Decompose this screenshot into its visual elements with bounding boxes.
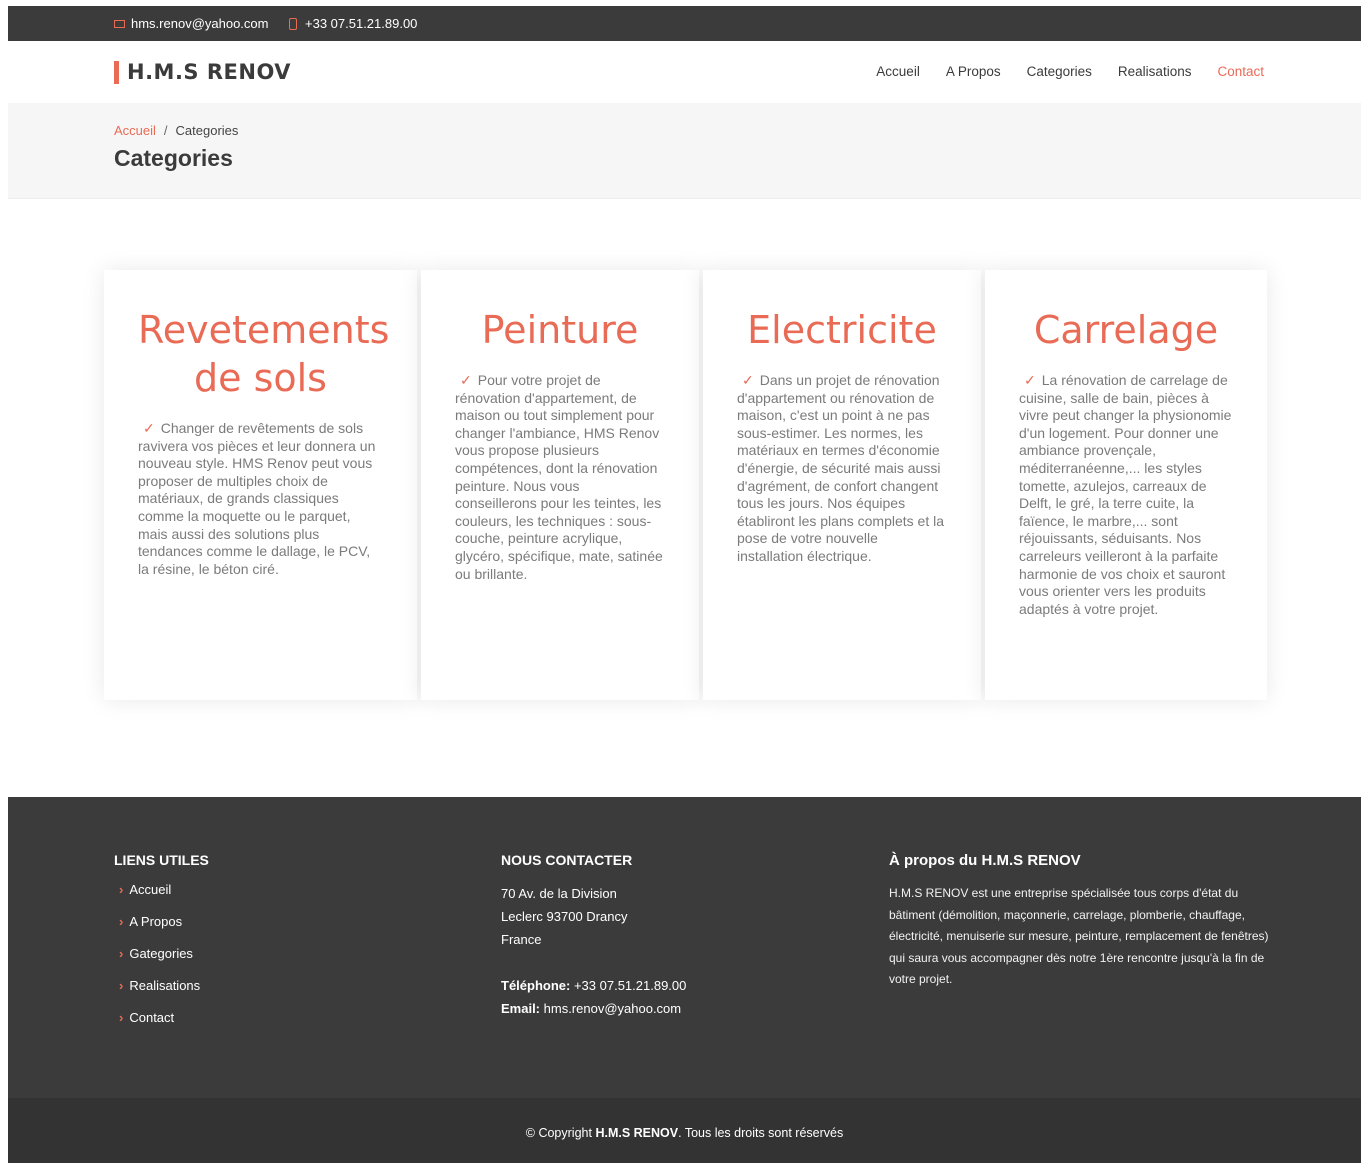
mobile-icon xyxy=(289,17,297,30)
breadcrumb-band: Accueil / Categories Categories xyxy=(8,103,1361,199)
card-revetements: Revetements de sols ✓ Changer de revêteme… xyxy=(104,270,417,700)
copyright-suffix: . Tous les droits sont réservés xyxy=(678,1126,844,1140)
card-carrelage: Carrelage ✓ La rénovation de carrelage de… xyxy=(985,270,1267,700)
footer-country: France xyxy=(501,932,542,947)
topbar-phone-text[interactable]: +33 07.51.21.89.00 xyxy=(305,16,417,31)
footer-link-label[interactable]: Gategories xyxy=(129,946,193,961)
card-title: Carrelage xyxy=(1033,308,1219,352)
envelope-icon xyxy=(114,19,125,28)
nav-categories[interactable]: Categories xyxy=(1027,64,1092,79)
check-icon: ✓ xyxy=(460,372,472,388)
footer-contact-title: NOUS CONTACTER xyxy=(501,852,633,868)
check-icon: ✓ xyxy=(742,372,754,388)
footer-email-value[interactable]: hms.renov@yahoo.com xyxy=(544,1001,681,1016)
card-title: Peinture xyxy=(481,308,639,352)
card-text: ✓ La rénovation de carrelage de cuisine, … xyxy=(1019,372,1233,618)
footer-links: › Accueil › A Propos › Gategories › Realisat… xyxy=(114,882,209,1025)
copyright-brand: H.M.S RENOV xyxy=(595,1126,679,1140)
page-title: Categories xyxy=(114,145,233,171)
topbar-email[interactable]: hms.renov@yahoo.com xyxy=(114,16,268,31)
footer-email: Email: hms.renov@yahoo.com xyxy=(501,997,681,1020)
footer-link-contact[interactable]: › Contact xyxy=(114,1010,209,1025)
category-cards: Revetements de sols ✓ Changer de revêteme… xyxy=(104,270,1267,700)
copyright-prefix: © Copyright xyxy=(525,1126,592,1140)
card-text-body: Dans un projet de rénovation d'apparteme… xyxy=(737,372,944,564)
topbar-phone[interactable]: +33 07.51.21.89.00 xyxy=(289,16,417,31)
chevron-right-icon: › xyxy=(119,946,124,961)
nav-accueil[interactable]: Accueil xyxy=(876,64,920,79)
footer-contact-column: NOUS CONTACTER 70 Av. de la Division Lec… xyxy=(501,852,686,1020)
footer-link-label[interactable]: Realisations xyxy=(129,978,200,993)
footer-link-label[interactable]: A Propos xyxy=(129,914,182,929)
check-icon: ✓ xyxy=(143,420,155,436)
footer-phone-label: Téléphone: xyxy=(501,978,571,993)
chevron-right-icon: › xyxy=(119,978,124,993)
footer-about-column: À propos du H.M.S RENOV H.M.S RENOV est … xyxy=(889,852,1269,991)
nav-realisations[interactable]: Realisations xyxy=(1118,64,1192,79)
card-title: Electricite xyxy=(747,308,937,352)
footer-link-label[interactable]: Contact xyxy=(129,1010,174,1025)
footer-link-label[interactable]: Accueil xyxy=(129,882,171,897)
footer-link-categories[interactable]: › Gategories xyxy=(114,946,209,961)
footer-links-column: LIENS UTILES › Accueil › A Propos › Gategor… xyxy=(114,852,209,1042)
topbar-email-text[interactable]: hms.renov@yahoo.com xyxy=(131,16,268,31)
card-text-body: Changer de revêtements de sols ravivera … xyxy=(138,420,376,577)
card-text: ✓ Changer de revêtements de sols ravivera… xyxy=(138,420,383,578)
footer-contact-info: 70 Av. de la Division Leclerc 93700 Dran… xyxy=(501,882,686,1020)
card-text: ✓ Dans un projet de rénovation d'appartem… xyxy=(737,372,947,566)
logo[interactable]: H.M.S RENOV xyxy=(114,60,291,84)
breadcrumb-home[interactable]: Accueil xyxy=(114,123,156,138)
site-header: H.M.S RENOV Accueil A Propos Categories … xyxy=(8,41,1361,103)
nav-a-propos[interactable]: A Propos xyxy=(946,64,1001,79)
logo-bar xyxy=(114,60,119,84)
breadcrumb: Accueil / Categories xyxy=(114,123,238,138)
chevron-right-icon: › xyxy=(119,914,124,929)
card-electricite: Electricite ✓ Dans un projet de rénovatio… xyxy=(703,270,981,700)
breadcrumb-current: Categories xyxy=(175,123,239,138)
breadcrumb-separator: / xyxy=(163,123,168,138)
nav-contact[interactable]: Contact xyxy=(1217,64,1264,79)
page: hms.renov@yahoo.com +33 07.51.21.89.00 H… xyxy=(8,6,1361,1163)
card-text: ✓ Pour votre projet de rénovation d'appar… xyxy=(455,372,665,583)
site-footer: LIENS UTILES › Accueil › A Propos › Gategor… xyxy=(8,797,1361,1098)
footer-about-text: H.M.S RENOV est une entreprise spécialis… xyxy=(889,886,1269,986)
footer-link-accueil[interactable]: › Accueil xyxy=(114,882,209,897)
copyright-bar: © Copyright H.M.S RENOV. Tous les droits… xyxy=(8,1098,1361,1163)
card-title: Revetements de sols xyxy=(138,308,390,400)
footer-phone: Téléphone: +33 07.51.21.89.00 xyxy=(501,974,686,997)
chevron-right-icon: › xyxy=(119,882,124,897)
card-text-body: Pour votre projet de rénovation d'appart… xyxy=(455,372,663,582)
check-icon: ✓ xyxy=(1024,372,1036,388)
footer-phone-value[interactable]: +33 07.51.21.89.00 xyxy=(574,978,686,993)
footer-address: 70 Av. de la Division Leclerc 93700 Dran… xyxy=(501,886,628,924)
footer-link-a-propos[interactable]: › A Propos xyxy=(114,914,209,929)
footer-about-title: À propos du H.M.S RENOV xyxy=(889,852,1081,869)
card-text-body: La rénovation de carrelage de cuisine, s… xyxy=(1019,372,1232,617)
main-nav: Accueil A Propos Categories Realisations… xyxy=(876,64,1264,79)
footer-email-label: Email: xyxy=(501,1001,541,1016)
chevron-right-icon: › xyxy=(119,1010,124,1025)
footer-links-title: LIENS UTILES xyxy=(114,852,209,868)
card-peinture: Peinture ✓ Pour votre projet de rénovatio… xyxy=(421,270,699,700)
footer-link-realisations[interactable]: › Realisations xyxy=(114,978,209,993)
top-bar: hms.renov@yahoo.com +33 07.51.21.89.00 xyxy=(8,6,1361,41)
logo-text[interactable]: H.M.S RENOV xyxy=(127,60,291,84)
